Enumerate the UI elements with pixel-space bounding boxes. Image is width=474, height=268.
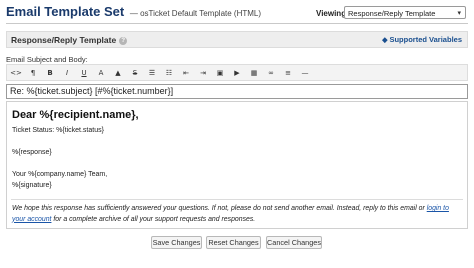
- body-greeting: Dear %{recipient.name},: [12, 109, 139, 121]
- section-header: Response/Reply Template? ◆ Supported Vari…: [6, 31, 468, 48]
- strikethrough-icon[interactable]: S: [129, 67, 141, 79]
- video-icon[interactable]: ▶: [231, 67, 243, 79]
- body-signature: %{signature}: [12, 182, 52, 189]
- body-signoff: Your %{company.name} Team,: [12, 171, 108, 178]
- table-icon[interactable]: ▦: [248, 67, 260, 79]
- footer-text-post: for a complete archive of all your suppo…: [51, 215, 256, 223]
- help-icon[interactable]: ?: [119, 37, 128, 45]
- tag-icon: ◆: [382, 37, 388, 44]
- code-view-icon[interactable]: <>: [10, 67, 22, 79]
- ordered-list-icon[interactable]: ☷: [163, 67, 175, 79]
- chevron-down-icon: ▾: [457, 10, 461, 17]
- email-subject-body-label: Email Subject and Body:: [6, 55, 88, 64]
- section-title-text: Response/Reply Template: [11, 35, 117, 45]
- bold-icon[interactable]: B: [44, 67, 56, 79]
- paragraph-icon[interactable]: ¶: [27, 67, 39, 79]
- footer-text-pre: We hope this response has sufficiently a…: [12, 205, 427, 212]
- title-divider: [6, 23, 468, 24]
- body-response: %{response}: [12, 149, 52, 156]
- underline-icon[interactable]: U: [78, 67, 90, 79]
- link-icon[interactable]: ∞: [265, 67, 277, 79]
- template-select[interactable]: Response/Reply Template ▾: [344, 6, 466, 19]
- outdent-icon[interactable]: ⇤: [180, 67, 192, 79]
- save-changes-button[interactable]: Save Changes: [151, 236, 202, 249]
- indent-icon[interactable]: ⇥: [197, 67, 209, 79]
- align-icon[interactable]: ≡: [282, 67, 294, 79]
- text-color-icon[interactable]: A: [95, 67, 107, 79]
- editor-toolbar: <> ¶ B I U A ▲ S ☰ ☷ ⇤ ⇥ ▣ ▶ ▦ ∞ ≡ —: [6, 64, 468, 81]
- subject-input[interactable]: Re: %{ticket.subject} [#%{ticket.number}…: [6, 84, 468, 99]
- horizontal-rule-icon[interactable]: —: [299, 67, 311, 79]
- body-footer-text: We hope this response has sufficiently a…: [12, 204, 452, 225]
- body-editor[interactable]: Dear %{recipient.name}, Ticket Status: %…: [6, 101, 468, 229]
- supported-variables-label: Supported Variables: [389, 35, 462, 44]
- page-title-text: Email Template Set: [6, 4, 125, 19]
- body-status-line: Ticket Status: %{ticket.status}: [12, 127, 104, 134]
- page-title: Email Template Set — osTicket Default Te…: [6, 4, 261, 19]
- unordered-list-icon[interactable]: ☰: [146, 67, 158, 79]
- supported-variables-link[interactable]: ◆ Supported Variables: [382, 35, 462, 44]
- template-select-value: Response/Reply Template: [348, 9, 436, 18]
- italic-icon[interactable]: I: [61, 67, 73, 79]
- reset-changes-button[interactable]: Reset Changes: [206, 236, 261, 249]
- section-title: Response/Reply Template?: [11, 35, 128, 45]
- image-icon[interactable]: ▣: [214, 67, 226, 79]
- cancel-changes-button[interactable]: Cancel Changes: [266, 236, 322, 249]
- page-subtitle: — osTicket Default Template (HTML): [129, 9, 262, 18]
- body-footer-divider: [11, 199, 463, 200]
- highlight-icon[interactable]: ▲: [112, 67, 124, 79]
